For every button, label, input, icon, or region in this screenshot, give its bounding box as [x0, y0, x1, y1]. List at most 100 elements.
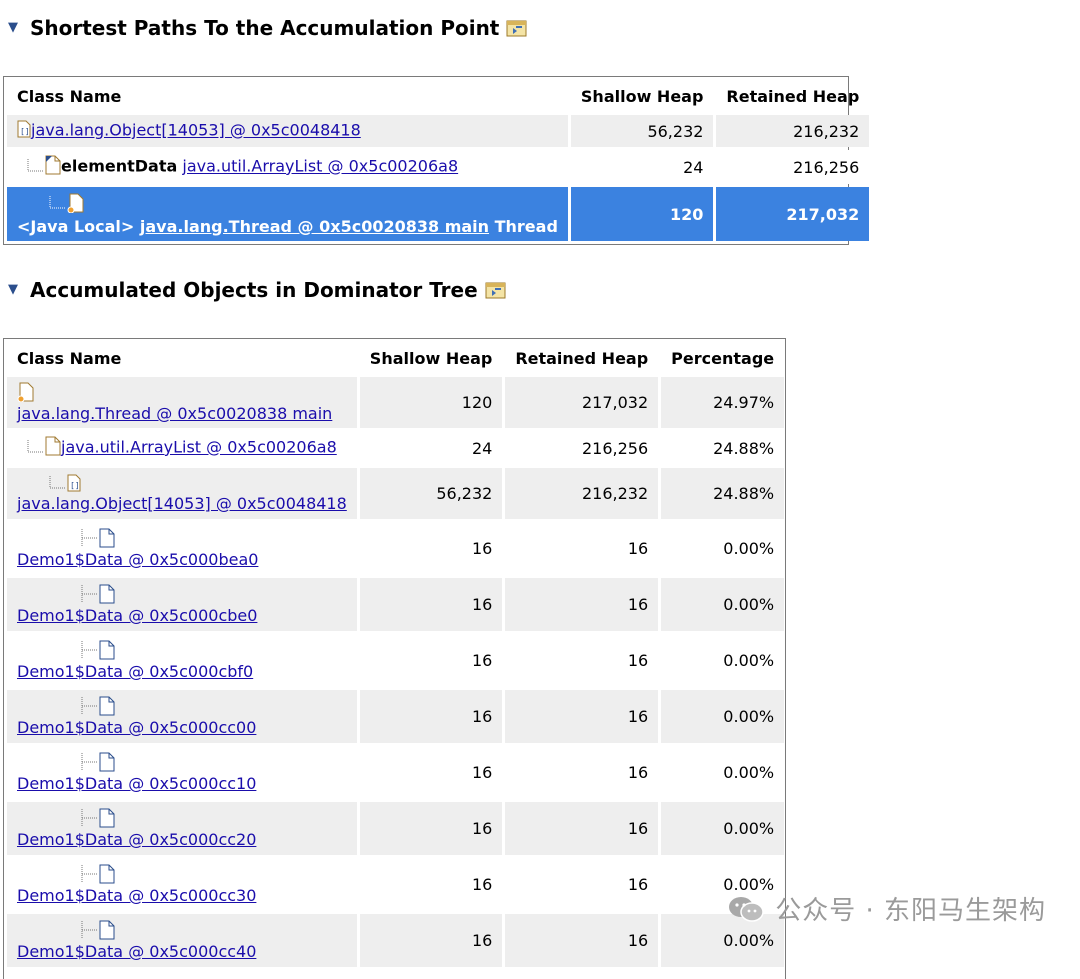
table-row[interactable]: Demo1$Data @ 0x5c000cc00 16 16 0.00%: [7, 690, 785, 743]
object-icon: [45, 436, 61, 460]
watermark-text: 公众号 · 东阳马生架构: [775, 896, 1046, 926]
retained-heap-cell: 16: [505, 746, 659, 799]
collapse-triangle-icon[interactable]: ▼: [8, 20, 18, 35]
table-row[interactable]: Demo1$Data @ 0x5c000cbe0 16 16 0.00%: [7, 578, 785, 631]
table-row-selected[interactable]: <Java Local> java.lang.Thread @ 0x5c0020…: [7, 187, 870, 241]
table-row[interactable]: [] java.lang.Object[14053] @ 0x5c0048418…: [7, 115, 870, 147]
retained-heap-cell: 217,032: [716, 187, 870, 241]
column-header-class-name[interactable]: Class Name: [7, 80, 568, 112]
object-icon: [99, 528, 115, 548]
object-link[interactable]: Demo1$Data @ 0x5c000cc20: [17, 830, 347, 849]
object-link[interactable]: Demo1$Data @ 0x5c000cc10: [17, 774, 347, 793]
table-row[interactable]: Demo1$Data @ 0x5c000cc20 16 16 0.00%: [7, 802, 785, 855]
table-row[interactable]: Demo1$Data @ 0x5c000bea0 16 16 0.00%: [7, 522, 785, 575]
object-link[interactable]: java.lang.Thread @ 0x5c0020838 main: [140, 217, 489, 236]
percentage-cell: 24.88%: [661, 468, 785, 519]
table-row[interactable]: java.lang.Thread @ 0x5c0020838 main 120 …: [7, 377, 785, 428]
table-row[interactable]: Demo1$Data @ 0x5c000cc10 16 16 0.00%: [7, 746, 785, 799]
class-name-cell: Demo1$Data @ 0x5c000cbe0: [7, 578, 357, 631]
tree-connector-icon: [81, 753, 99, 771]
retained-heap-cell: 16: [505, 802, 659, 855]
column-header-class-name[interactable]: Class Name: [7, 342, 357, 374]
open-in-view-icon[interactable]: [506, 18, 528, 38]
class-name-cell: [] java.lang.Object[14053] @ 0x5c0048418: [7, 115, 568, 147]
column-header-retained-heap[interactable]: Retained Heap: [716, 80, 869, 112]
shallow-heap-cell: 56,232: [570, 115, 714, 147]
section-shortest-paths-title[interactable]: ▼ Shortest Paths To the Accumulation Poi…: [8, 16, 528, 40]
tree-connector-icon: [81, 585, 99, 603]
object-link[interactable]: Demo1$Data @ 0x5c000cbe0: [17, 606, 347, 625]
retained-heap-cell: 16: [505, 634, 659, 687]
object-array-icon: []: [17, 120, 31, 142]
object-link[interactable]: Demo1$Data @ 0x5c000cbf0: [17, 662, 347, 681]
object-link[interactable]: Demo1$Data @ 0x5c000cc40: [17, 942, 347, 961]
object-icon: [99, 920, 115, 940]
thread-icon: [67, 193, 85, 213]
column-header-shallow-heap[interactable]: Shallow Heap: [571, 80, 714, 112]
shortest-paths-table: Class Name Shallow Heap Retained Heap []…: [3, 76, 870, 245]
shallow-heap-cell: 24: [570, 150, 714, 184]
tree-connector-icon: [49, 195, 67, 210]
object-icon: [99, 696, 115, 716]
table-row[interactable]: Demo1$Data @ 0x5c000cc40 16 16 0.00%: [7, 914, 785, 967]
object-link[interactable]: java.lang.Thread @ 0x5c0020838 main: [17, 404, 347, 423]
shallow-heap-cell: 16: [359, 522, 503, 575]
object-link[interactable]: Demo1$Data @ 0x5c000cc30: [17, 886, 347, 905]
svg-text:[]: []: [20, 127, 30, 136]
object-link[interactable]: Demo1$Data @ 0x5c000bea0: [17, 550, 347, 569]
class-name-cell: Demo1$Data @ 0x5c000cbf0: [7, 634, 357, 687]
retained-heap-cell: 216,232: [505, 468, 659, 519]
tree-connector-icon: [81, 809, 99, 827]
column-header-percentage[interactable]: Percentage: [661, 342, 784, 374]
shallow-heap-cell: 16: [359, 858, 503, 911]
object-link[interactable]: java.lang.Object[14053] @ 0x5c0048418: [17, 494, 347, 513]
shallow-heap-cell: 16: [359, 914, 503, 967]
table-row[interactable]: elementData java.util.ArrayList @ 0x5c00…: [7, 150, 870, 184]
column-header-retained-heap[interactable]: Retained Heap: [505, 342, 658, 374]
tree-connector-icon: [27, 158, 45, 177]
tree-connector-icon: [81, 865, 99, 883]
section-title-text: Accumulated Objects in Dominator Tree: [30, 278, 478, 302]
object-type-label: Thread: [494, 216, 558, 236]
section-accumulated-objects-title[interactable]: ▼ Accumulated Objects in Dominator Tree: [8, 278, 507, 302]
class-name-cell: Demo1$Data @ 0x5c000cc20: [7, 802, 357, 855]
object-link[interactable]: java.lang.Object[14053] @ 0x5c0048418: [31, 121, 361, 140]
retained-heap-cell: 16: [505, 578, 659, 631]
shallow-heap-cell: 56,232: [359, 468, 503, 519]
thread-icon: [17, 382, 35, 403]
percentage-cell: 0.00%: [661, 578, 785, 631]
object-link[interactable]: Demo1$Data @ 0x5c000cc00: [17, 718, 347, 737]
retained-heap-cell: 216,256: [505, 431, 659, 465]
wechat-icon: [727, 894, 765, 924]
tree-connector-icon: [81, 641, 99, 659]
percentage-cell: 24.88%: [661, 431, 785, 465]
table-row[interactable]: Demo1$Data @ 0x5c000cbf0 16 16 0.00%: [7, 634, 785, 687]
class-name-cell: Demo1$Data @ 0x5c000cc30: [7, 858, 357, 911]
shallow-heap-cell: 16: [359, 634, 503, 687]
field-name: elementData: [61, 156, 178, 176]
open-in-view-icon[interactable]: [485, 280, 507, 300]
object-link[interactable]: java.util.ArrayList @ 0x5c00206a8: [182, 157, 458, 176]
collapse-triangle-icon[interactable]: ▼: [8, 282, 18, 297]
percentage-cell: 24.97%: [661, 377, 785, 428]
table-row[interactable]: Demo1$Data @ 0x5c000cc30 16 16 0.00%: [7, 858, 785, 911]
tree-connector-icon: [81, 697, 99, 715]
object-link[interactable]: java.util.ArrayList @ 0x5c00206a8: [61, 438, 337, 457]
watermark: 公众号 · 东阳马生架构: [727, 890, 1046, 927]
retained-heap-cell: 16: [505, 914, 659, 967]
retained-heap-cell: 16: [505, 690, 659, 743]
column-header-shallow-heap[interactable]: Shallow Heap: [360, 342, 503, 374]
percentage-cell: 0.00%: [661, 634, 785, 687]
shallow-heap-cell: 16: [359, 578, 503, 631]
tree-connector-icon: [49, 476, 67, 490]
shallow-heap-cell: 16: [359, 802, 503, 855]
table-row[interactable]: [] java.lang.Object[14053] @ 0x5c0048418…: [7, 468, 785, 519]
tree-connector-icon: [27, 439, 45, 458]
svg-text:[]: []: [70, 481, 80, 490]
tree-connector-icon: [81, 921, 99, 939]
table-row[interactable]: java.util.ArrayList @ 0x5c00206a8 24 216…: [7, 431, 785, 465]
object-icon: [99, 584, 115, 604]
object-icon: [99, 864, 115, 884]
tree-connector-icon: [81, 529, 99, 547]
object-icon: [99, 752, 115, 772]
